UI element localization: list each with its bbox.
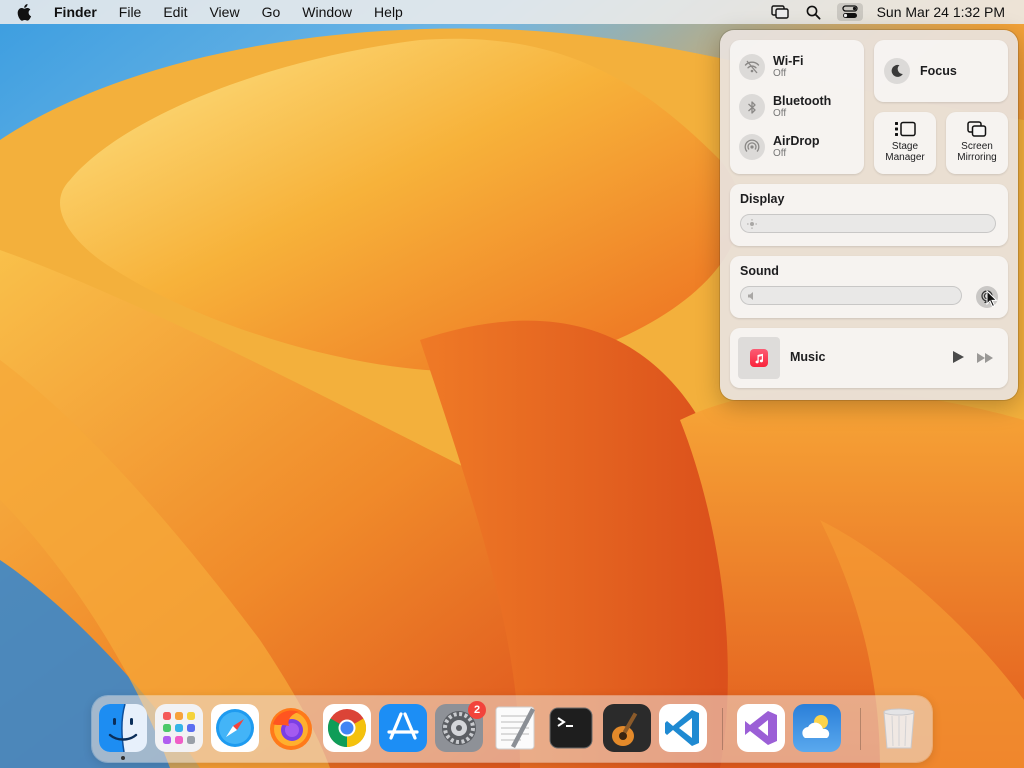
airdrop-icon: [739, 134, 765, 160]
vscode-icon[interactable]: [659, 704, 707, 752]
moon-icon: [884, 58, 910, 84]
wifi-toggle[interactable]: Wi-Fi Off: [739, 54, 803, 80]
volume-slider[interactable]: [740, 286, 962, 305]
system-settings-badge: 2: [468, 701, 486, 719]
screen-mirroring-tile[interactable]: Screen Mirroring: [946, 112, 1008, 174]
firefox-icon[interactable]: [267, 704, 315, 752]
chrome-icon[interactable]: [323, 704, 371, 752]
visual-studio-icon[interactable]: [737, 704, 785, 752]
airdrop-label: AirDrop: [773, 134, 820, 148]
menu-app-finder[interactable]: Finder: [48, 0, 108, 24]
stage-manager-label: Stage Manager: [885, 141, 925, 163]
brightness-slider[interactable]: [740, 214, 996, 233]
bluetooth-label: Bluetooth: [773, 94, 832, 108]
dock-separator: [722, 708, 723, 750]
wifi-label: Wi-Fi: [773, 54, 804, 68]
menu-view[interactable]: View: [198, 0, 250, 24]
connectivity-tile: Wi-Fi Off Bluetooth Off AirDrop Off: [730, 40, 864, 174]
screen-mirroring-icon: [967, 120, 987, 138]
dock-separator-trash: [860, 708, 861, 750]
sound-tile: Sound: [730, 256, 1008, 318]
menu-window[interactable]: Window: [291, 0, 363, 24]
trash-icon[interactable]: [875, 704, 923, 752]
menu-help[interactable]: Help: [363, 0, 414, 24]
bluetooth-icon: [739, 94, 765, 120]
control-center-panel: Wi-Fi Off Bluetooth Off AirDrop Off Focu…: [720, 30, 1018, 400]
focus-label: Focus: [920, 64, 957, 78]
speaker-icon: [746, 290, 757, 301]
focus-tile[interactable]: Focus: [874, 40, 1008, 102]
display-title: Display: [740, 192, 785, 206]
app-store-icon[interactable]: [379, 704, 427, 752]
sun-icon: [746, 218, 757, 229]
airdrop-toggle[interactable]: AirDrop Off: [739, 134, 820, 160]
dock: 2: [92, 696, 932, 762]
stage-manager-tile[interactable]: Stage Manager: [874, 112, 936, 174]
menu-bar: Finder File Edit View Go Window Help Sun…: [0, 0, 1024, 24]
garageband-icon[interactable]: [603, 704, 651, 752]
stage-manager-icon: [894, 120, 916, 138]
safari-icon[interactable]: [211, 704, 259, 752]
music-app-icon: [750, 349, 768, 367]
control-center-menubar-icon[interactable]: [836, 3, 863, 21]
textedit-icon[interactable]: [491, 704, 539, 752]
play-icon[interactable]: [952, 350, 965, 369]
bluetooth-toggle[interactable]: Bluetooth Off: [739, 94, 831, 120]
menubar-clock[interactable]: Sun Mar 24 1:32 PM: [877, 4, 1005, 20]
finder-running-indicator: [121, 756, 125, 760]
now-playing-title: Music: [790, 350, 826, 364]
fast-forward-icon[interactable]: [976, 351, 994, 369]
album-artwork: [738, 337, 780, 379]
apple-menu-icon[interactable]: [17, 2, 37, 22]
menu-go[interactable]: Go: [251, 0, 292, 24]
mouse-cursor-icon: [986, 289, 998, 313]
airdrop-status: Off: [773, 148, 787, 159]
weather-icon[interactable]: [793, 704, 841, 752]
now-playing-tile[interactable]: Music: [730, 328, 1008, 388]
spotlight-search-icon[interactable]: [803, 3, 825, 21]
screen-mirroring-label: Screen Mirroring: [957, 141, 997, 163]
wifi-status: Off: [773, 68, 787, 79]
wifi-off-icon: [739, 54, 765, 80]
terminal-icon[interactable]: [547, 704, 595, 752]
menu-edit[interactable]: Edit: [152, 0, 198, 24]
bluetooth-status: Off: [773, 108, 787, 119]
screen-mirroring-menubar-icon[interactable]: [769, 3, 791, 21]
sound-title: Sound: [740, 264, 779, 278]
menu-file[interactable]: File: [108, 0, 153, 24]
launchpad-icon[interactable]: [155, 704, 203, 752]
finder-icon[interactable]: [99, 704, 147, 752]
display-tile: Display: [730, 184, 1008, 246]
